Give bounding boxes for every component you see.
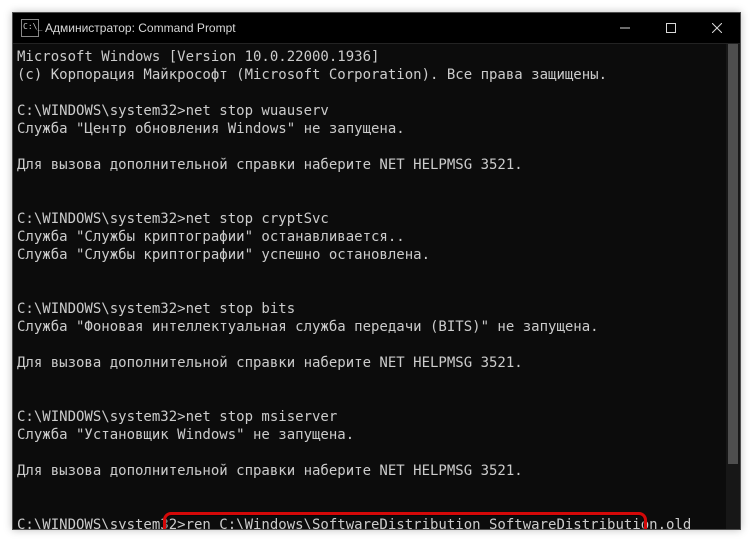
cmd-icon: [21, 19, 39, 37]
close-icon: [712, 23, 722, 33]
close-button[interactable]: [694, 13, 740, 43]
command-prompt-window: Администратор: Command Prompt Microsoft …: [12, 12, 741, 530]
window-controls: [602, 13, 740, 43]
console-text: Microsoft Windows [Version 10.0.22000.19…: [13, 44, 726, 529]
maximize-button[interactable]: [648, 13, 694, 43]
minimize-icon: [620, 23, 630, 33]
maximize-icon: [666, 23, 676, 33]
minimize-button[interactable]: [602, 13, 648, 43]
scrollbar[interactable]: [726, 44, 740, 529]
titlebar[interactable]: Администратор: Command Prompt: [13, 13, 740, 44]
scrollbar-thumb[interactable]: [728, 44, 738, 464]
window-title: Администратор: Command Prompt: [45, 21, 602, 35]
console-area[interactable]: Microsoft Windows [Version 10.0.22000.19…: [13, 44, 740, 529]
